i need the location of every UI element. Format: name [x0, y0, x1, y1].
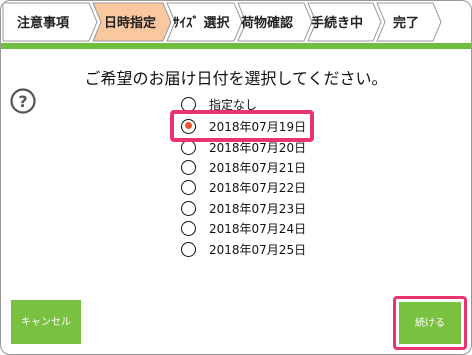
svg-text:?: ?	[18, 92, 27, 111]
radio-button[interactable]	[181, 241, 196, 257]
step-5-label: 手続き中	[311, 15, 363, 31]
date-option[interactable]: 2018年07月22日	[181, 178, 306, 196]
date-option[interactable]: 2018年07月24日	[181, 219, 306, 237]
date-option[interactable]: 2018年07月21日	[181, 158, 306, 176]
progress-steps: 注意事項 日時指定 ｻｲｽﾞ 選択 荷物確認 手続き中 完了	[1, 1, 471, 43]
date-option-label: 2018年07月23日	[209, 201, 307, 216]
date-option[interactable]: 2018年07月25日	[181, 240, 306, 258]
step-6-label: 完了	[393, 15, 419, 31]
date-option-label: 2018年07月22日	[209, 180, 307, 195]
kiosk-window: 注意事項 日時指定 ｻｲｽﾞ 選択 荷物確認 手続き中 完了 ご希望のお届け日付…	[0, 0, 472, 355]
question-circle-icon[interactable]: ?	[10, 88, 36, 114]
page-prompt: ご希望のお届け日付を選択してください。	[84, 69, 388, 88]
date-option-label: 2018年07月25日	[209, 242, 307, 257]
radio-button[interactable]	[181, 159, 196, 175]
date-option-label: 2018年07月21日	[209, 160, 307, 175]
continue-button[interactable]: 続ける	[399, 302, 461, 344]
radio-button[interactable]	[181, 220, 196, 236]
selection-highlight	[170, 110, 314, 142]
step-4-label: 荷物確認	[240, 15, 293, 31]
radio-button[interactable]	[181, 200, 196, 216]
step-2-label: 日時指定	[104, 15, 156, 31]
cancel-button[interactable]: キャンセル	[11, 300, 81, 344]
step-3-label: ｻｲｽﾞ 選択	[173, 15, 231, 31]
step-1-label: 注意事項	[17, 15, 70, 31]
date-option[interactable]: 2018年07月23日	[181, 199, 306, 217]
date-option-label: 2018年07月24日	[209, 221, 307, 236]
header-divider	[1, 43, 471, 49]
radio-button[interactable]	[181, 179, 196, 195]
